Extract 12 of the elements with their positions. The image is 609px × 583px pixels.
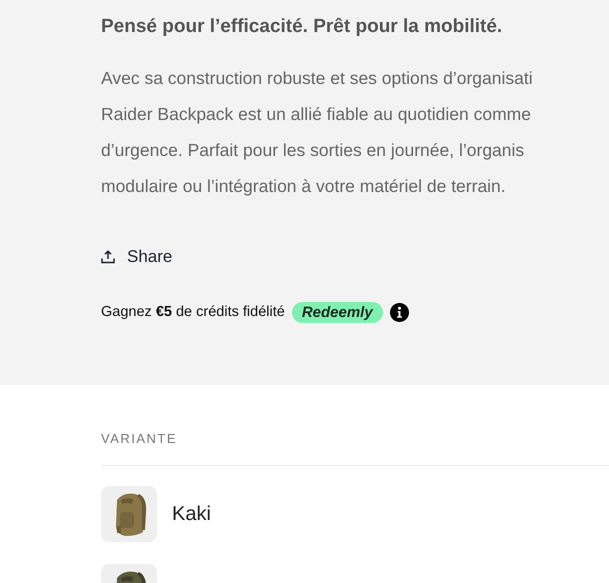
variant-heading: VARIANTE xyxy=(101,431,178,447)
share-button[interactable]: Share xyxy=(101,245,172,269)
description-line: d’urgence. Parfait pour les sorties en journée, l’organis xyxy=(101,139,524,162)
description-line: Raider Backpack est un allié fiable au quotidien comme xyxy=(101,103,531,126)
description-line: modulaire ou l’intégration à votre matériel de terrain. xyxy=(101,175,506,198)
section-heading: Pensé pour l’efficacité. Prêt pour la mobilité. xyxy=(101,15,502,39)
variant-name[interactable]: Kaki xyxy=(172,499,211,529)
share-icon xyxy=(101,250,115,264)
redeemly-badge[interactable]: Redeemly xyxy=(292,302,383,324)
info-icon[interactable] xyxy=(390,303,409,322)
loyalty-text: Gagnez €5 de crédits fidélité xyxy=(101,303,285,322)
description-line: Avec sa construction robuste et ses options d’organisati xyxy=(101,67,533,90)
